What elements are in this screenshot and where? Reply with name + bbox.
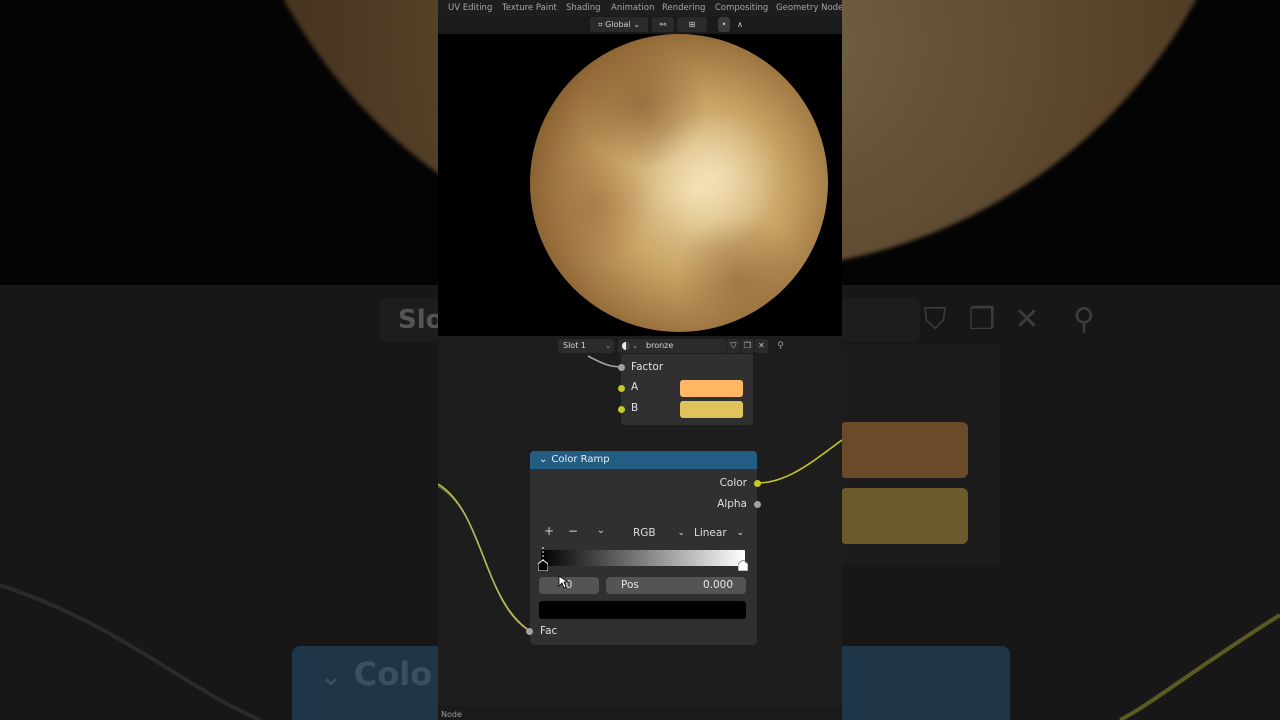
color-a-swatch[interactable] bbox=[680, 380, 743, 397]
proportional-edit-icon[interactable]: • bbox=[718, 17, 730, 32]
color-mode-dropdown[interactable]: RGB ⌄ bbox=[633, 525, 685, 541]
color-stop-white[interactable] bbox=[738, 560, 748, 571]
chevron-down-icon: ⌄ bbox=[677, 528, 685, 538]
a-socket[interactable] bbox=[618, 385, 625, 392]
collapse-chevron-icon[interactable]: ⌄ bbox=[539, 454, 547, 465]
3d-viewport[interactable] bbox=[438, 34, 842, 336]
tab-animation[interactable]: Animation bbox=[611, 3, 654, 13]
chevron-down-icon: ⌄ bbox=[736, 528, 744, 538]
alpha-output-label: Alpha bbox=[717, 498, 747, 510]
node-editor-header: Slot 1 ⌄ ⌄ bronze ⛉ ❐ ✕ ⚲ bbox=[438, 339, 842, 355]
color-output-label: Color bbox=[719, 477, 747, 489]
a-label: A bbox=[631, 381, 639, 393]
color-ramp-header[interactable]: ⌄ Color Ramp bbox=[530, 451, 757, 469]
color-b-swatch[interactable] bbox=[680, 401, 743, 418]
tab-compositing[interactable]: Compositing bbox=[715, 3, 768, 13]
viewport-toolbar: ⌗ Global ⌄ ⚯ ⊞ • ∧ bbox=[438, 16, 842, 34]
material-selector[interactable]: ⌄ bronze bbox=[618, 339, 726, 353]
material-preview-icon bbox=[622, 342, 630, 350]
shield-icon[interactable]: ⛉ bbox=[727, 339, 740, 353]
interpolation-dropdown[interactable]: Linear ⌄ bbox=[694, 525, 744, 541]
chevron-down-icon: ⌄ bbox=[605, 342, 611, 350]
falloff-icon[interactable]: ∧ bbox=[732, 17, 748, 32]
workspace-tabs: UV Editing Texture Paint Shading Animati… bbox=[438, 0, 842, 16]
shader-node-editor[interactable]: Slot 1 ⌄ ⌄ bronze ⛉ ❐ ✕ ⚲ Factor A B ⌄ C… bbox=[438, 336, 842, 706]
position-field[interactable]: Pos 0.000 bbox=[606, 577, 746, 594]
active-stop-indicator bbox=[542, 547, 544, 561]
ramp-menu-chevron-icon[interactable]: ⌄ bbox=[594, 525, 608, 536]
color-stop-black[interactable] bbox=[538, 560, 548, 571]
color-ramp-node[interactable]: ⌄ Color Ramp Color Alpha + − ⌄ RGB ⌄ Line… bbox=[526, 451, 761, 645]
tab-shading[interactable]: Shading bbox=[566, 3, 601, 13]
tab-texture-paint[interactable]: Texture Paint bbox=[502, 3, 557, 13]
stop-color-swatch[interactable] bbox=[539, 601, 746, 619]
duplicate-icon[interactable]: ❐ bbox=[741, 339, 754, 353]
mix-node[interactable]: Factor A B bbox=[618, 354, 753, 425]
blender-window: UV Editing Texture Paint Shading Animati… bbox=[438, 0, 842, 720]
close-icon[interactable]: ✕ bbox=[755, 339, 768, 353]
factor-label: Factor bbox=[631, 361, 664, 373]
factor-socket[interactable] bbox=[618, 364, 625, 371]
pivot-link-icon[interactable]: ⚯ bbox=[652, 17, 674, 32]
chevron-down-icon: ⌄ bbox=[633, 20, 640, 29]
mouse-cursor-icon bbox=[558, 575, 568, 589]
tab-uv-editing[interactable]: UV Editing bbox=[448, 3, 492, 13]
chevron-down-icon: ⌄ bbox=[632, 342, 638, 350]
color-output-socket[interactable] bbox=[754, 480, 761, 487]
bronze-sphere-render bbox=[530, 34, 828, 332]
material-name: bronze bbox=[646, 341, 674, 350]
transform-orientation-dropdown[interactable]: ⌗ Global ⌄ bbox=[590, 17, 648, 32]
stop-index-field[interactable]: 0 bbox=[539, 577, 599, 594]
snap-icon[interactable]: ⊞ bbox=[677, 17, 707, 32]
color-ramp-gradient[interactable] bbox=[541, 550, 745, 566]
orientation-icon: ⌗ bbox=[598, 20, 603, 29]
fac-input-socket[interactable] bbox=[526, 628, 533, 635]
pin-icon[interactable]: ⚲ bbox=[774, 339, 787, 353]
fac-label: Fac bbox=[540, 625, 558, 637]
b-socket[interactable] bbox=[618, 406, 625, 413]
remove-stop-icon[interactable]: − bbox=[566, 524, 580, 538]
b-label: B bbox=[631, 402, 639, 414]
status-bar: Node bbox=[438, 706, 842, 720]
tab-rendering[interactable]: Rendering bbox=[662, 3, 705, 13]
tab-geometry-nodes[interactable]: Geometry Nodes bbox=[776, 3, 842, 13]
slot-dropdown[interactable]: Slot 1 ⌄ bbox=[558, 339, 614, 353]
alpha-output-socket[interactable] bbox=[754, 501, 761, 508]
add-stop-icon[interactable]: + bbox=[542, 524, 556, 538]
